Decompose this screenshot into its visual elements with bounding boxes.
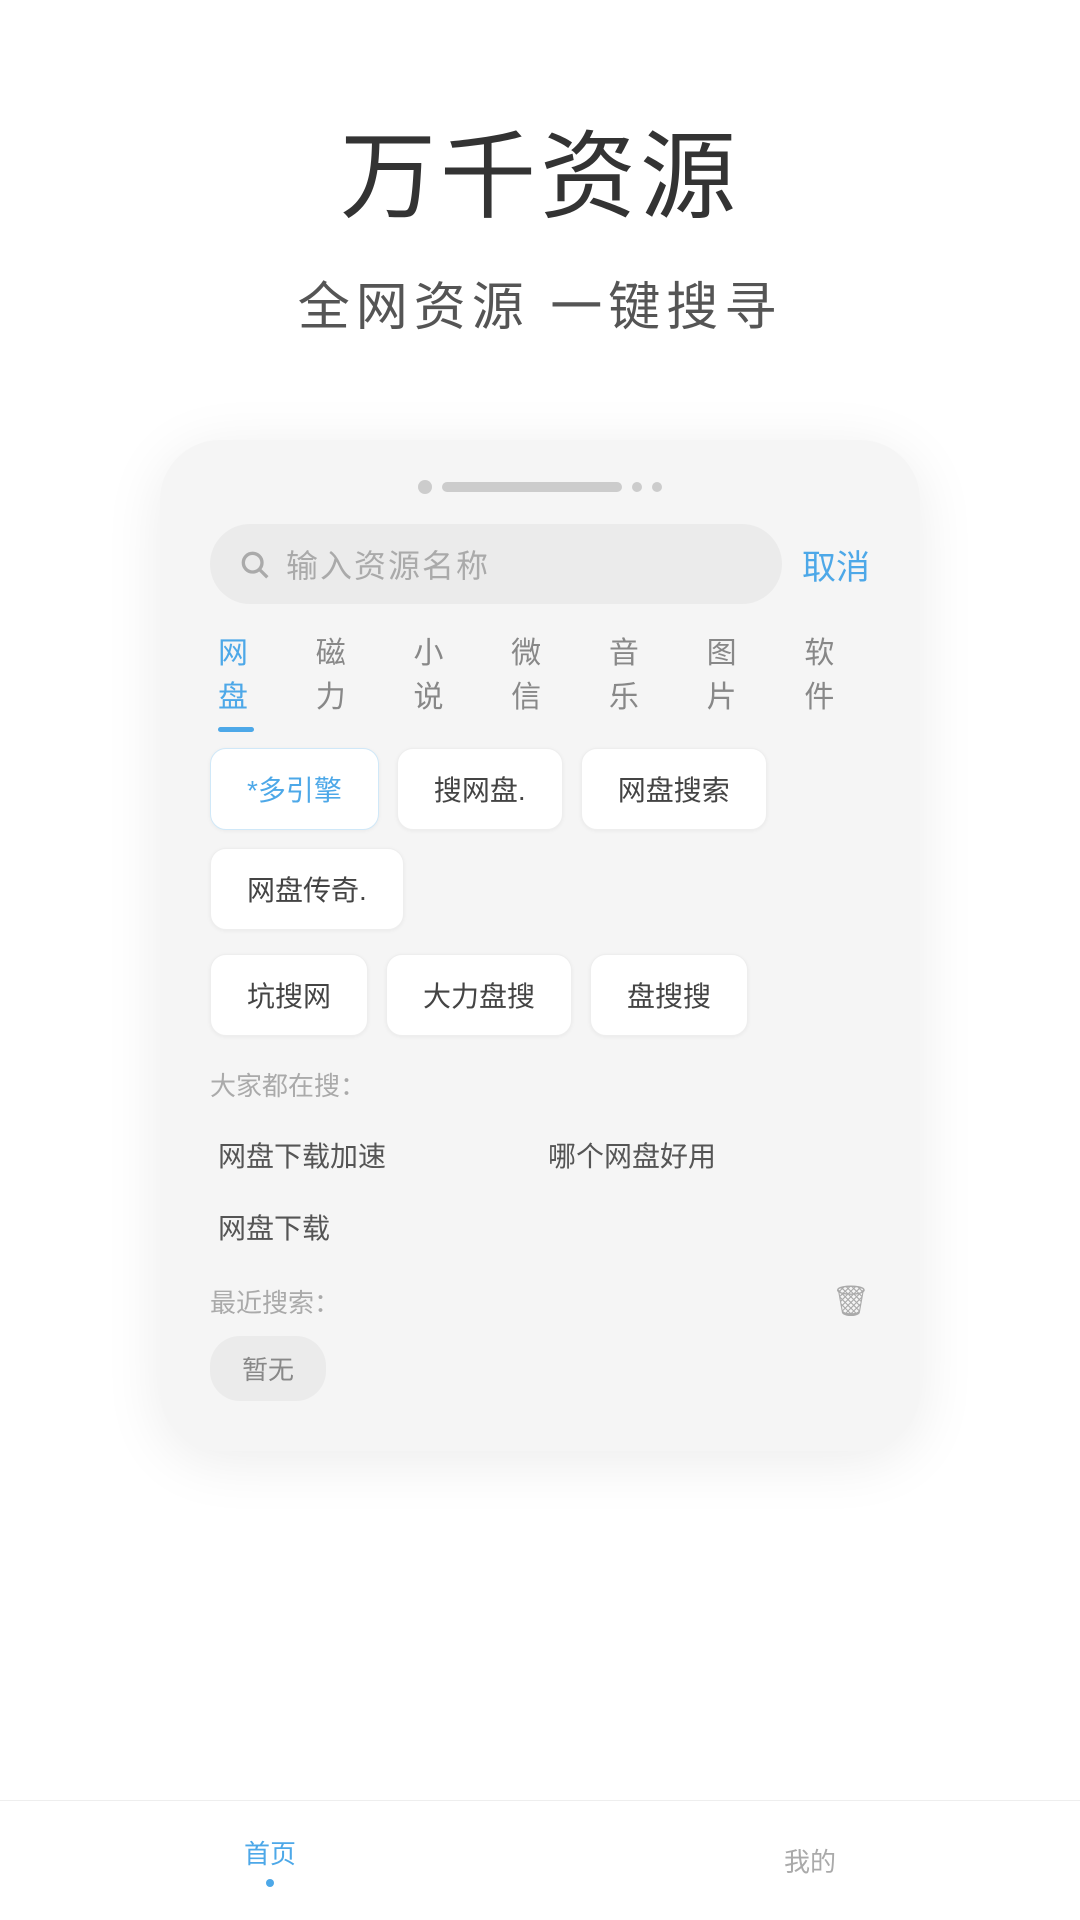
- tab-cili[interactable]: 磁力: [316, 628, 374, 724]
- tab-wangpan[interactable]: 网盘: [218, 628, 276, 724]
- engine-row-1: *多引擎 搜网盘. 网盘搜索 网盘传奇.: [210, 748, 870, 930]
- tab-xiaoshuo[interactable]: 小说: [413, 628, 471, 724]
- popular-item-1[interactable]: 哪个网盘好用: [540, 1119, 870, 1191]
- search-bar-row: 输入资源名称 取消: [210, 524, 870, 604]
- engine-btn-kensouwan[interactable]: 坑搜网: [210, 954, 368, 1036]
- status-dot-right: [652, 482, 662, 492]
- popular-item-3[interactable]: [540, 1191, 870, 1263]
- cancel-button[interactable]: 取消: [802, 540, 870, 589]
- status-dot-mid: [632, 482, 642, 492]
- popular-item-2[interactable]: 网盘下载: [210, 1191, 540, 1263]
- bottom-nav: 首页 我的: [0, 1800, 1080, 1920]
- search-input-wrap[interactable]: 输入资源名称: [210, 524, 782, 604]
- status-line: [442, 482, 622, 492]
- trash-icon[interactable]: 🗑: [832, 1284, 870, 1319]
- category-tabs: 网盘 磁力 小说 微信 音乐 图片 软件: [210, 628, 870, 724]
- tab-ruanjian[interactable]: 软件: [804, 628, 862, 724]
- engine-btn-wangpanchuanqi[interactable]: 网盘传奇.: [210, 848, 404, 930]
- nav-home-active-dot: [266, 1879, 274, 1887]
- engine-btn-dalipansou[interactable]: 大力盘搜: [386, 954, 572, 1036]
- main-title: 万千资源: [340, 120, 740, 235]
- popular-grid: 网盘下载加速 哪个网盘好用 网盘下载: [210, 1119, 870, 1263]
- engine-row-2: 坑搜网 大力盘搜 盘搜搜: [210, 954, 870, 1036]
- nav-home[interactable]: 首页: [184, 1824, 356, 1897]
- recent-header: 最近搜索： 🗑: [210, 1283, 870, 1320]
- recent-section-label: 最近搜索：: [210, 1283, 340, 1320]
- top-section: 万千资源 全网资源 一键搜寻: [0, 0, 1080, 400]
- recent-empty-tag: 暂无: [210, 1336, 326, 1401]
- popular-item-0[interactable]: 网盘下载加速: [210, 1119, 540, 1191]
- tab-yinyue[interactable]: 音乐: [609, 628, 667, 724]
- phone-top-bar: [210, 480, 870, 494]
- engine-btn-wangpansousuo[interactable]: 网盘搜索: [581, 748, 767, 830]
- engine-btn-pansousou[interactable]: 盘搜搜: [590, 954, 748, 1036]
- sub-title: 全网资源 一键搜寻: [298, 265, 782, 340]
- engine-btn-souwangpan[interactable]: 搜网盘.: [397, 748, 563, 830]
- nav-home-label: 首页: [244, 1834, 296, 1871]
- recent-tags: 暂无: [210, 1336, 870, 1401]
- search-icon: [238, 548, 270, 580]
- engine-btn-multi[interactable]: *多引擎: [210, 748, 379, 830]
- search-placeholder: 输入资源名称: [286, 541, 490, 587]
- tab-tupian[interactable]: 图片: [707, 628, 765, 724]
- tab-active-indicator: [218, 727, 254, 732]
- phone-mockup: 输入资源名称 取消 网盘 磁力 小说 微信 音乐 图片 软件 *多引擎 搜网盘.: [160, 440, 920, 1451]
- popular-section-label: 大家都在搜：: [210, 1066, 870, 1103]
- nav-profile-label: 我的: [784, 1842, 836, 1879]
- nav-profile[interactable]: 我的: [724, 1832, 896, 1889]
- status-dot-left: [418, 480, 432, 494]
- tab-weixin[interactable]: 微信: [511, 628, 569, 724]
